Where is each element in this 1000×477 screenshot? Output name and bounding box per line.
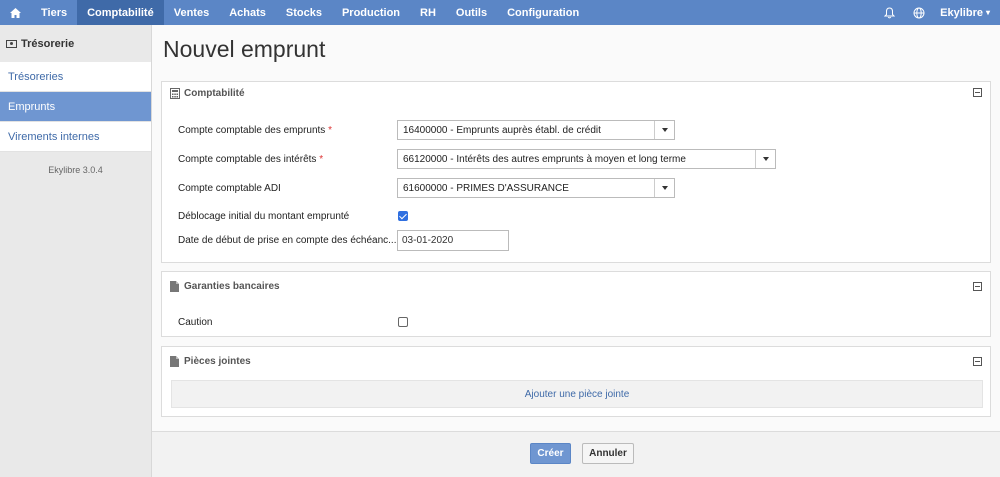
attachments-panel: Pièces jointes Ajouter une pièce jointe (161, 346, 991, 417)
adi-account-label: Compte comptable ADI (178, 183, 281, 194)
collapse-icon[interactable] (973, 357, 982, 366)
guarantees-panel-header: Garanties bancaires (162, 272, 990, 301)
cancel-button[interactable]: Annuler (582, 443, 634, 464)
caution-checkbox[interactable] (398, 317, 408, 327)
page-title: Nouvel emprunt (163, 36, 326, 62)
sidebar: Trésorerie Trésoreries Emprunts Virement… (0, 25, 152, 477)
dropdown-arrow-icon (654, 121, 674, 139)
guarantees-panel: Garanties bancaires Caution (161, 271, 991, 337)
collapse-icon[interactable] (973, 282, 982, 291)
initial-release-label: Déblocage initial du montant emprunté (178, 211, 350, 222)
document-icon (170, 281, 180, 292)
top-navbar: Tiers Comptabilité Ventes Achats Stocks … (0, 0, 1000, 25)
caution-label: Caution (178, 317, 213, 328)
nav-production[interactable]: Production (332, 0, 410, 25)
sidebar-item-emprunts[interactable]: Emprunts (0, 92, 151, 122)
collapse-icon[interactable] (973, 88, 982, 97)
sidebar-item-tresoreries[interactable]: Trésoreries (0, 62, 151, 92)
guarantees-panel-title: Garanties bancaires (184, 281, 280, 292)
caret-down-icon: ▾ (985, 8, 990, 17)
interest-account-label-text: Compte comptable des intérêts (178, 154, 317, 165)
accounting-panel-title: Comptabilité (184, 87, 245, 99)
nav-ventes[interactable]: Ventes (164, 0, 219, 25)
nav-comptabilite[interactable]: Comptabilité (77, 0, 164, 25)
interest-account-value: 66120000 - Intérêts des autres emprunts … (403, 153, 686, 165)
nav-tiers[interactable]: Tiers (31, 0, 77, 25)
loan-account-label-text: Compte comptable des emprunts (178, 125, 326, 136)
required-mark: * (328, 125, 332, 136)
initial-release-checkbox[interactable] (398, 211, 408, 221)
nav-achats[interactable]: Achats (219, 0, 276, 25)
bell-icon[interactable] (874, 0, 904, 25)
start-date-label: Date de début de prise en compte des éch… (178, 235, 397, 246)
user-menu[interactable]: Ekylibre ▾ (934, 0, 1000, 25)
version-label: Ekylibre 3.0.4 (48, 165, 103, 175)
form-actions: Créer Annuler (152, 431, 1000, 477)
globe-icon[interactable] (904, 0, 934, 25)
create-button[interactable]: Créer (530, 443, 571, 464)
dropdown-arrow-icon (654, 179, 674, 197)
money-icon (6, 39, 17, 48)
home-icon[interactable] (0, 0, 31, 25)
attachments-panel-title: Pièces jointes (184, 355, 251, 367)
nav-rh[interactable]: RH (410, 0, 446, 25)
interest-account-label: Compte comptable des intérêts * (178, 154, 323, 165)
nav-configuration[interactable]: Configuration (497, 0, 589, 25)
sidebar-item-virements-internes[interactable]: Virements internes (0, 122, 151, 152)
main-content: Nouvel emprunt Comptabilité Compte compt… (152, 25, 1000, 477)
nav-outils[interactable]: Outils (446, 0, 497, 25)
loan-account-select[interactable]: 16400000 - Emprunts auprès établ. de cré… (397, 120, 675, 140)
required-mark: * (319, 154, 324, 165)
nav-stocks[interactable]: Stocks (276, 0, 332, 25)
start-date-input[interactable]: 03-01-2020 (397, 230, 509, 251)
adi-account-value: 61600000 - PRIMES D'ASSURANCE (403, 182, 569, 194)
calculator-icon (170, 87, 180, 99)
navbar-spacer (589, 0, 874, 25)
loan-account-label: Compte comptable des emprunts * (178, 125, 332, 136)
document-icon (170, 355, 180, 367)
dropdown-arrow-icon (755, 150, 775, 168)
adi-account-select[interactable]: 61600000 - PRIMES D'ASSURANCE (397, 178, 675, 198)
interest-account-select[interactable]: 66120000 - Intérêts des autres emprunts … (397, 149, 776, 169)
add-attachment-button[interactable]: Ajouter une pièce jointe (171, 380, 983, 408)
accounting-panel-header: Comptabilité (162, 82, 990, 104)
accounting-panel: Comptabilité Compte comptable des emprun… (161, 81, 991, 263)
sidebar-title: Trésorerie (0, 25, 151, 62)
user-name: Ekylibre (940, 6, 983, 19)
attachments-panel-header: Pièces jointes (162, 347, 990, 375)
loan-account-value: 16400000 - Emprunts auprès établ. de cré… (403, 124, 601, 136)
sidebar-title-label: Trésorerie (21, 37, 75, 50)
